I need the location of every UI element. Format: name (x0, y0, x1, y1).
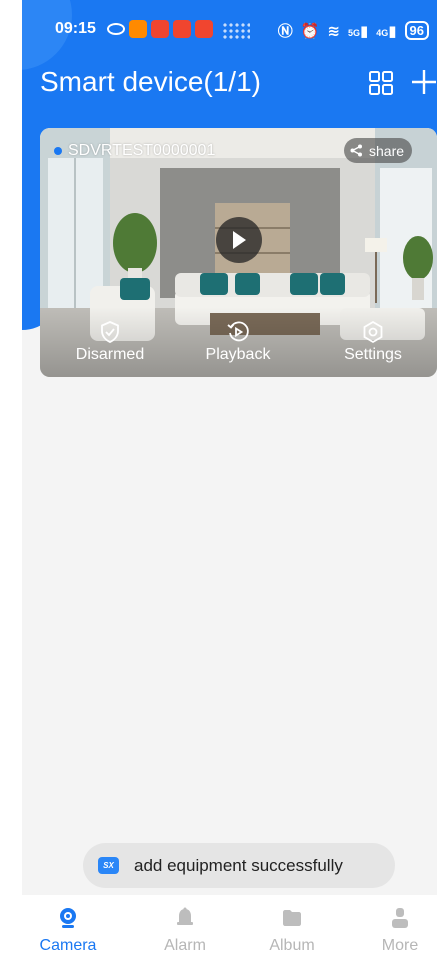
tab-more-label: More (381, 937, 419, 954)
weibo-icon (151, 20, 169, 38)
bottom-tab-bar: Camera Alarm Album More (22, 895, 437, 960)
user-icon (392, 908, 408, 928)
settings-button[interactable]: Settings (328, 320, 418, 364)
tab-camera[interactable]: Camera (28, 907, 108, 955)
tab-album[interactable]: Album (252, 907, 332, 955)
plus-icon[interactable] (410, 68, 437, 96)
toast-message: SX add equipment successfully (83, 843, 395, 888)
toast-text: add equipment successfully (134, 855, 343, 875)
folder-icon (283, 910, 301, 926)
disarmed-label: Disarmed (75, 346, 145, 363)
app-screen: 09:15 Ⓝ ⏰ ≋ 5G▮ 4G▮ 96 Smart device(1/1) (22, 0, 437, 960)
signal-5g-icon: 5G▮ (347, 22, 369, 40)
notification-icons (107, 20, 213, 38)
eye-icon (107, 23, 125, 35)
disarmed-button[interactable]: Disarmed (65, 320, 155, 364)
tab-alarm[interactable]: Alarm (145, 907, 225, 955)
signal-4g-icon: 4G▮ (376, 22, 397, 40)
tab-more[interactable]: More (360, 907, 437, 955)
tab-alarm-label: Alarm (164, 937, 206, 954)
tab-camera-label: Camera (39, 937, 97, 954)
page-title: Smart device(1/1) (40, 66, 261, 97)
bell-icon (177, 907, 193, 925)
settings-icon (363, 320, 383, 344)
status-time: 09:15 (55, 20, 96, 37)
battery-icon: 96 (404, 21, 429, 40)
share-button[interactable]: share (344, 138, 413, 163)
share-label: share (369, 142, 405, 159)
weibo-icon (195, 20, 213, 38)
device-name-label: SDVRTEST0000001 (54, 142, 215, 160)
device-card[interactable]: SDVRTEST0000001 share Disarmed Playback … (40, 128, 437, 377)
share-icon (350, 144, 362, 157)
alarm-clock-icon: ⏰ (300, 22, 320, 40)
app-logo-icon: SX (98, 857, 119, 874)
playback-icon (227, 321, 249, 342)
play-icon (233, 231, 246, 249)
shield-check-icon (101, 321, 119, 343)
weibo-icon (173, 20, 191, 38)
settings-label: Settings (344, 346, 402, 363)
tab-album-label: Album (269, 937, 315, 954)
grid-view-icon[interactable] (368, 70, 394, 96)
nfc-icon: Ⓝ (277, 23, 293, 40)
app-notification-icon (129, 20, 147, 38)
playback-label: Playback (205, 346, 271, 363)
system-status-icons: Ⓝ ⏰ ≋ 5G▮ 4G▮ 96 (278, 20, 429, 41)
play-button[interactable] (216, 217, 262, 263)
device-name: SDVRTEST0000001 (68, 142, 216, 159)
status-bar: 09:15 Ⓝ ⏰ ≋ 5G▮ 4G▮ 96 (22, 16, 437, 46)
camera-icon (60, 908, 76, 928)
playback-button[interactable]: Playback (193, 320, 283, 364)
online-status-dot (54, 147, 62, 155)
dot-grid-icon (222, 22, 250, 40)
wifi-icon: ≋ (327, 22, 340, 40)
